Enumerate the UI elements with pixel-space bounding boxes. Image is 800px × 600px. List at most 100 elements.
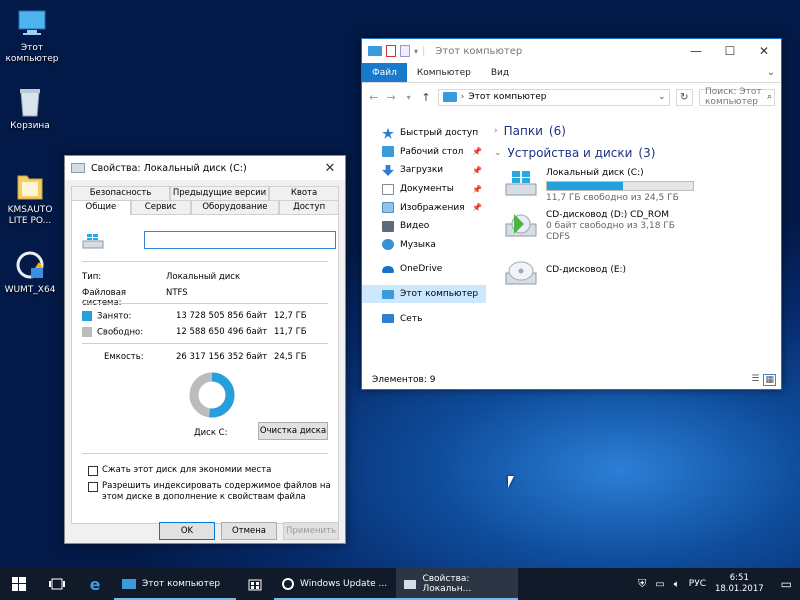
tab-quota[interactable]: Квота bbox=[269, 186, 339, 200]
tab-general[interactable]: Общие bbox=[71, 200, 131, 215]
drive-item-e[interactable]: CD-дисковод (E:) bbox=[504, 257, 781, 287]
tab-view[interactable]: Вид bbox=[481, 63, 519, 82]
input-language[interactable]: РУС bbox=[689, 579, 706, 589]
type-label: Тип: bbox=[82, 272, 102, 282]
free-color-swatch bbox=[82, 327, 92, 337]
clock[interactable]: 6:51 18.01.2017 bbox=[715, 573, 764, 595]
properties-icon[interactable] bbox=[386, 45, 396, 57]
nav-item-video[interactable]: Видео bbox=[362, 217, 486, 236]
tab-file[interactable]: Файл bbox=[362, 63, 407, 82]
nav-item-documents[interactable]: Документы 📌 bbox=[362, 180, 486, 199]
cancel-button[interactable]: Отмена bbox=[221, 522, 277, 540]
nav-item-this-pc[interactable]: Этот компьютер bbox=[362, 284, 486, 304]
nav-item-downloads[interactable]: Загрузки 📌 bbox=[362, 161, 486, 180]
nav-item-label: Музыка bbox=[400, 239, 436, 250]
music-icon bbox=[382, 239, 394, 251]
video-icon bbox=[382, 220, 394, 232]
task-view-button[interactable] bbox=[38, 568, 76, 600]
local-disk-icon bbox=[504, 168, 538, 198]
expand-ribbon-icon[interactable]: ⌄ bbox=[761, 63, 781, 82]
desktop-icon-label: WUMT_X64 bbox=[4, 285, 56, 295]
breadcrumb[interactable]: Этот компьютер bbox=[468, 92, 546, 102]
recent-locations-icon[interactable]: ▾ bbox=[403, 93, 414, 102]
security-shield-icon[interactable]: ⛨ bbox=[638, 577, 646, 591]
breadcrumb-chevron-icon[interactable]: › bbox=[461, 92, 465, 102]
taskbar-app-windows-update[interactable]: Windows Update ... bbox=[274, 568, 396, 600]
folder-icon bbox=[13, 170, 47, 202]
store-button[interactable] bbox=[236, 568, 274, 600]
taskbar-app-explorer[interactable]: Этот компьютер bbox=[114, 568, 236, 600]
drive-properties-icon bbox=[71, 163, 85, 173]
search-input[interactable]: Поиск: Этот компьютер ⌕ bbox=[699, 87, 775, 107]
taskbar-app-properties[interactable]: Свойства: Локальн... bbox=[396, 568, 518, 600]
nav-item-network[interactable]: Сеть bbox=[362, 309, 486, 328]
drive-name-input[interactable] bbox=[144, 231, 336, 249]
nav-item-onedrive[interactable]: OneDrive bbox=[362, 260, 486, 279]
refresh-button[interactable]: ↻ bbox=[675, 88, 693, 106]
apply-button[interactable]: Применить bbox=[283, 522, 339, 540]
tab-hardware[interactable]: Оборудование bbox=[190, 200, 280, 214]
tab-sharing[interactable]: Доступ bbox=[279, 200, 340, 214]
tab-security[interactable]: Безопасность bbox=[71, 186, 171, 200]
compress-checkbox[interactable]: Сжать этот диск для экономии места bbox=[88, 465, 271, 476]
drive-item-d[interactable]: CD-дисковод (D:) CD_ROM 0 байт свободно … bbox=[504, 210, 781, 243]
explorer-titlebar[interactable]: ▾ | Этот компьютер — ☐ ✕ bbox=[362, 39, 781, 63]
dialog-title: Свойства: Локальный диск (C:) bbox=[91, 162, 247, 174]
checkbox-box[interactable] bbox=[88, 482, 98, 492]
disk-cleanup-button[interactable]: Очистка диска bbox=[258, 422, 328, 440]
properties-dialog[interactable]: Свойства: Локальный диск (C:) ✕ Безопасн… bbox=[64, 155, 346, 544]
group-devices[interactable]: ⌄ Устройства и диски (3) bbox=[494, 142, 781, 164]
maximize-button[interactable]: ☐ bbox=[713, 39, 747, 63]
desktop-icon-recycle-bin[interactable]: Корзина bbox=[0, 86, 60, 132]
desktop-icon-kmsauto[interactable]: KMSAUTO LITE PO... bbox=[0, 170, 60, 227]
dialog-titlebar[interactable]: Свойства: Локальный диск (C:) ✕ bbox=[65, 156, 345, 180]
group-count: (3) bbox=[638, 146, 656, 160]
desktop-icon-this-pc[interactable]: Этот компьютер bbox=[2, 8, 62, 65]
group-folders[interactable]: › Папки (6) bbox=[494, 120, 781, 142]
drive-name: CD-дисковод (D:) CD_ROM bbox=[546, 210, 669, 220]
up-button[interactable]: ↑ bbox=[420, 91, 431, 104]
address-bar[interactable]: › Этот компьютер ⌄ bbox=[437, 88, 670, 106]
drive-name: Локальный диск (C:) bbox=[546, 168, 644, 178]
recycle-bin-icon bbox=[13, 86, 47, 118]
close-button[interactable]: ✕ bbox=[747, 39, 781, 63]
nav-item-music[interactable]: Музыка bbox=[362, 236, 486, 255]
capacity-label: Емкость: bbox=[104, 352, 144, 362]
divider bbox=[82, 261, 328, 262]
close-button[interactable]: ✕ bbox=[315, 161, 345, 176]
details-view-icon[interactable]: ☰ bbox=[751, 374, 759, 386]
drive-name: CD-дисковод (E:) bbox=[546, 265, 627, 275]
tiles-view-icon[interactable]: ▦ bbox=[763, 374, 776, 386]
pin-icon: 📌 bbox=[472, 147, 482, 157]
new-folder-icon[interactable] bbox=[400, 45, 410, 57]
minimize-button[interactable]: — bbox=[679, 39, 713, 63]
nav-item-pictures[interactable]: Изображения 📌 bbox=[362, 198, 486, 217]
drive-item-c[interactable]: Локальный диск (C:) 11,7 ГБ свободно из … bbox=[504, 168, 781, 204]
desktop-icon-wumt[interactable]: WUMT_X64 bbox=[0, 250, 60, 296]
dialog-tabs: Безопасность Предыдущие версии Квота Общ… bbox=[71, 186, 340, 215]
tab-tools[interactable]: Сервис bbox=[130, 200, 191, 214]
back-button[interactable]: ← bbox=[368, 91, 379, 104]
checkbox-box[interactable] bbox=[88, 466, 98, 476]
index-checkbox[interactable]: Разрешить индексировать содержимое файло… bbox=[88, 481, 338, 502]
action-center-icon[interactable]: ▭ bbox=[781, 577, 792, 591]
chevron-down-icon[interactable]: ▾ bbox=[414, 47, 418, 56]
network-icon bbox=[382, 314, 394, 324]
desktop-icon-label: Этот компьютер bbox=[5, 43, 59, 64]
start-button[interactable] bbox=[0, 568, 38, 600]
volume-icon[interactable]: 🔈︎ bbox=[674, 579, 680, 590]
explorer-window[interactable]: ▾ | Этот компьютер — ☐ ✕ Файл Компьютер … bbox=[361, 38, 782, 390]
ok-button[interactable]: OK bbox=[159, 522, 215, 540]
free-bytes: 12 588 650 496 байт bbox=[176, 327, 268, 337]
tab-computer[interactable]: Компьютер bbox=[407, 63, 481, 82]
free-label: Свободно: bbox=[97, 327, 144, 338]
network-icon[interactable]: ▭ bbox=[655, 579, 664, 590]
tab-previous-versions[interactable]: Предыдущие версии bbox=[170, 186, 270, 200]
nav-item-quick-access[interactable]: Быстрый доступ bbox=[362, 124, 486, 143]
nav-item-desktop[interactable]: Рабочий стол 📌 bbox=[362, 143, 486, 162]
drive-free-space: 11,7 ГБ свободно из 24,5 ГБ bbox=[546, 193, 679, 203]
pin-icon: 📌 bbox=[472, 203, 482, 213]
forward-button[interactable]: → bbox=[385, 91, 396, 104]
address-dropdown-icon[interactable]: ⌄ bbox=[655, 92, 669, 102]
edge-button[interactable]: e bbox=[76, 568, 114, 600]
